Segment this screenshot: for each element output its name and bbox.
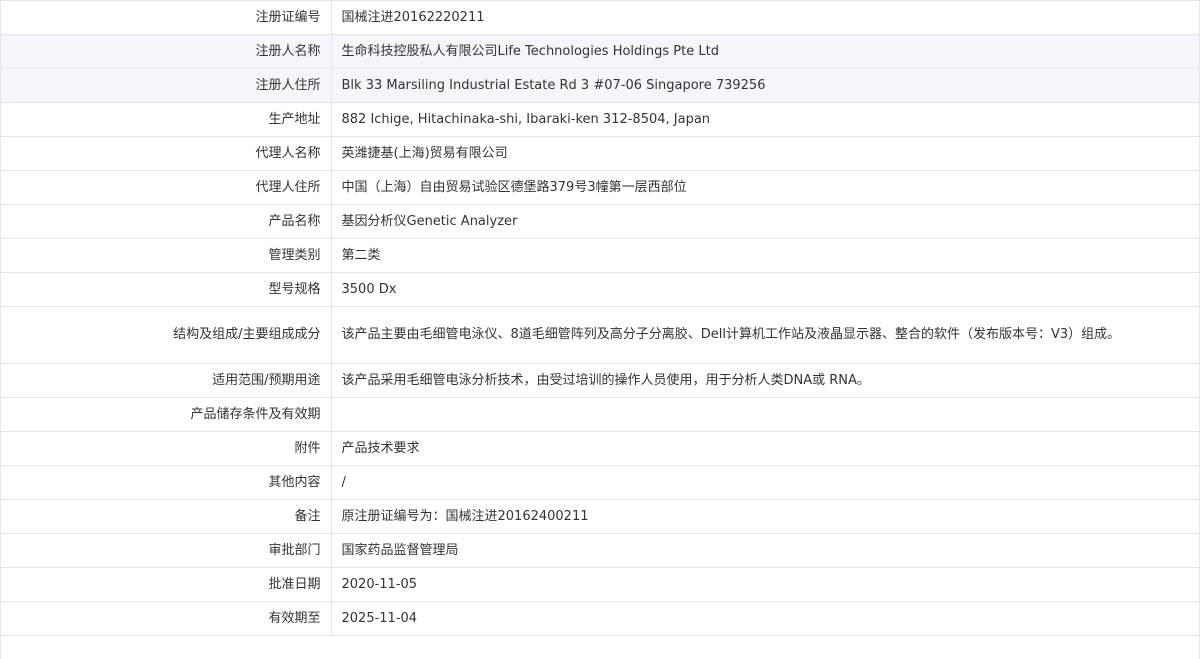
row-approval-date: 批准日期 2020-11-05 [1, 567, 1199, 602]
field-value: 882 Ichige, Hitachinaka-shi, Ibaraki-ken… [341, 111, 711, 127]
row-production-address: 生产地址 882 Ichige, Hitachinaka-shi, Ibarak… [1, 102, 1199, 137]
row-attachment: 附件 产品技术要求 [1, 431, 1199, 466]
row-registrant-address: 注册人住所 Blk 33 Marsiling Industrial Estate… [1, 68, 1199, 103]
field-label: 适用范围/预期用途 [1, 363, 332, 398]
row-product-name: 产品名称 基因分析仪Genetic Analyzer [1, 204, 1199, 239]
field-value: 英潍捷基(上海)贸易有限公司 [341, 145, 508, 161]
field-value: 2020-11-05 [341, 576, 418, 592]
row-registration-number: 注册证编号 国械注进20162220211 [1, 0, 1199, 35]
field-label: 注册人名称 [1, 34, 332, 69]
field-value: 生命科技控股私人有限公司Life Technologies Holdings P… [331, 34, 1199, 69]
row-structure-composition: 结构及组成/主要组成成分 该产品主要由毛细管电泳仪、8道毛细管阵列及高分子分离胶… [1, 306, 1199, 364]
field-value: 中国（上海）自由贸易试验区德堡路379号3幢第一层西部位 [341, 179, 687, 195]
field-value: 该产品采用毛细管电泳分析技术，由受过培训的操作人员使用，用于分析人类DNA或 R… [341, 372, 870, 388]
row-agent-address: 代理人住所 中国（上海）自由贸易试验区德堡路379号3幢第一层西部位 [1, 170, 1199, 205]
field-value: 该产品主要由毛细管电泳仪、8道毛细管阵列及高分子分离胶、Dell计算机工作站及液… [341, 327, 1121, 342]
row-model-spec: 型号规格 3500 Dx [1, 272, 1199, 307]
field-value: 原注册证编号为：国械注进20162400211 [341, 508, 589, 524]
field-value: 国家药品监督管理局 [341, 542, 459, 558]
field-label: 结构及组成/主要组成成分 [1, 306, 332, 364]
registration-detail-sheet: 注册证编号 国械注进20162220211 注册人名称 生命科技控股私人有限公司… [0, 0, 1200, 659]
field-value: / [341, 474, 346, 490]
field-label: 有效期至 [1, 601, 332, 636]
field-value: 第二类 [341, 247, 381, 263]
row-storage-validity: 产品储存条件及有效期 [1, 397, 1199, 432]
registration-info-table: 注册证编号 国械注进20162220211 注册人名称 生命科技控股私人有限公司… [1, 0, 1199, 636]
field-label: 型号规格 [1, 272, 332, 307]
row-management-category: 管理类别 第二类 [1, 238, 1199, 273]
field-label: 审批部门 [1, 533, 332, 568]
field-value: Blk 33 Marsiling Industrial Estate Rd 3 … [331, 68, 1199, 103]
field-value [331, 398, 1199, 432]
row-other-content: 其他内容 / [1, 465, 1199, 500]
field-label: 产品名称 [1, 204, 332, 239]
field-value: 国械注进20162220211 [341, 9, 485, 25]
row-valid-until: 有效期至 2025-11-04 [1, 601, 1199, 636]
row-registrant-name: 注册人名称 生命科技控股私人有限公司Life Technologies Hold… [1, 34, 1199, 69]
field-label: 备注 [1, 499, 332, 534]
field-label: 批准日期 [1, 567, 332, 602]
field-label: 管理类别 [1, 238, 332, 273]
field-label: 注册人住所 [1, 68, 332, 103]
field-value: 2025-11-04 [341, 610, 418, 626]
row-approval-department: 审批部门 国家药品监督管理局 [1, 533, 1199, 568]
field-label: 附件 [1, 431, 332, 466]
field-label: 注册证编号 [1, 0, 332, 35]
field-label: 代理人名称 [1, 136, 332, 171]
field-value: 产品技术要求 [341, 440, 420, 456]
field-value: 基因分析仪Genetic Analyzer [341, 213, 518, 229]
field-value: 3500 Dx [341, 281, 397, 297]
row-agent-name: 代理人名称 英潍捷基(上海)贸易有限公司 [1, 136, 1199, 171]
row-remarks: 备注 原注册证编号为：国械注进20162400211 [1, 499, 1199, 534]
field-label: 其他内容 [1, 465, 332, 500]
field-label: 代理人住所 [1, 170, 332, 205]
row-intended-use: 适用范围/预期用途 该产品采用毛细管电泳分析技术，由受过培训的操作人员使用，用于… [1, 363, 1199, 398]
field-label: 生产地址 [1, 102, 332, 137]
field-label: 产品储存条件及有效期 [1, 397, 332, 432]
